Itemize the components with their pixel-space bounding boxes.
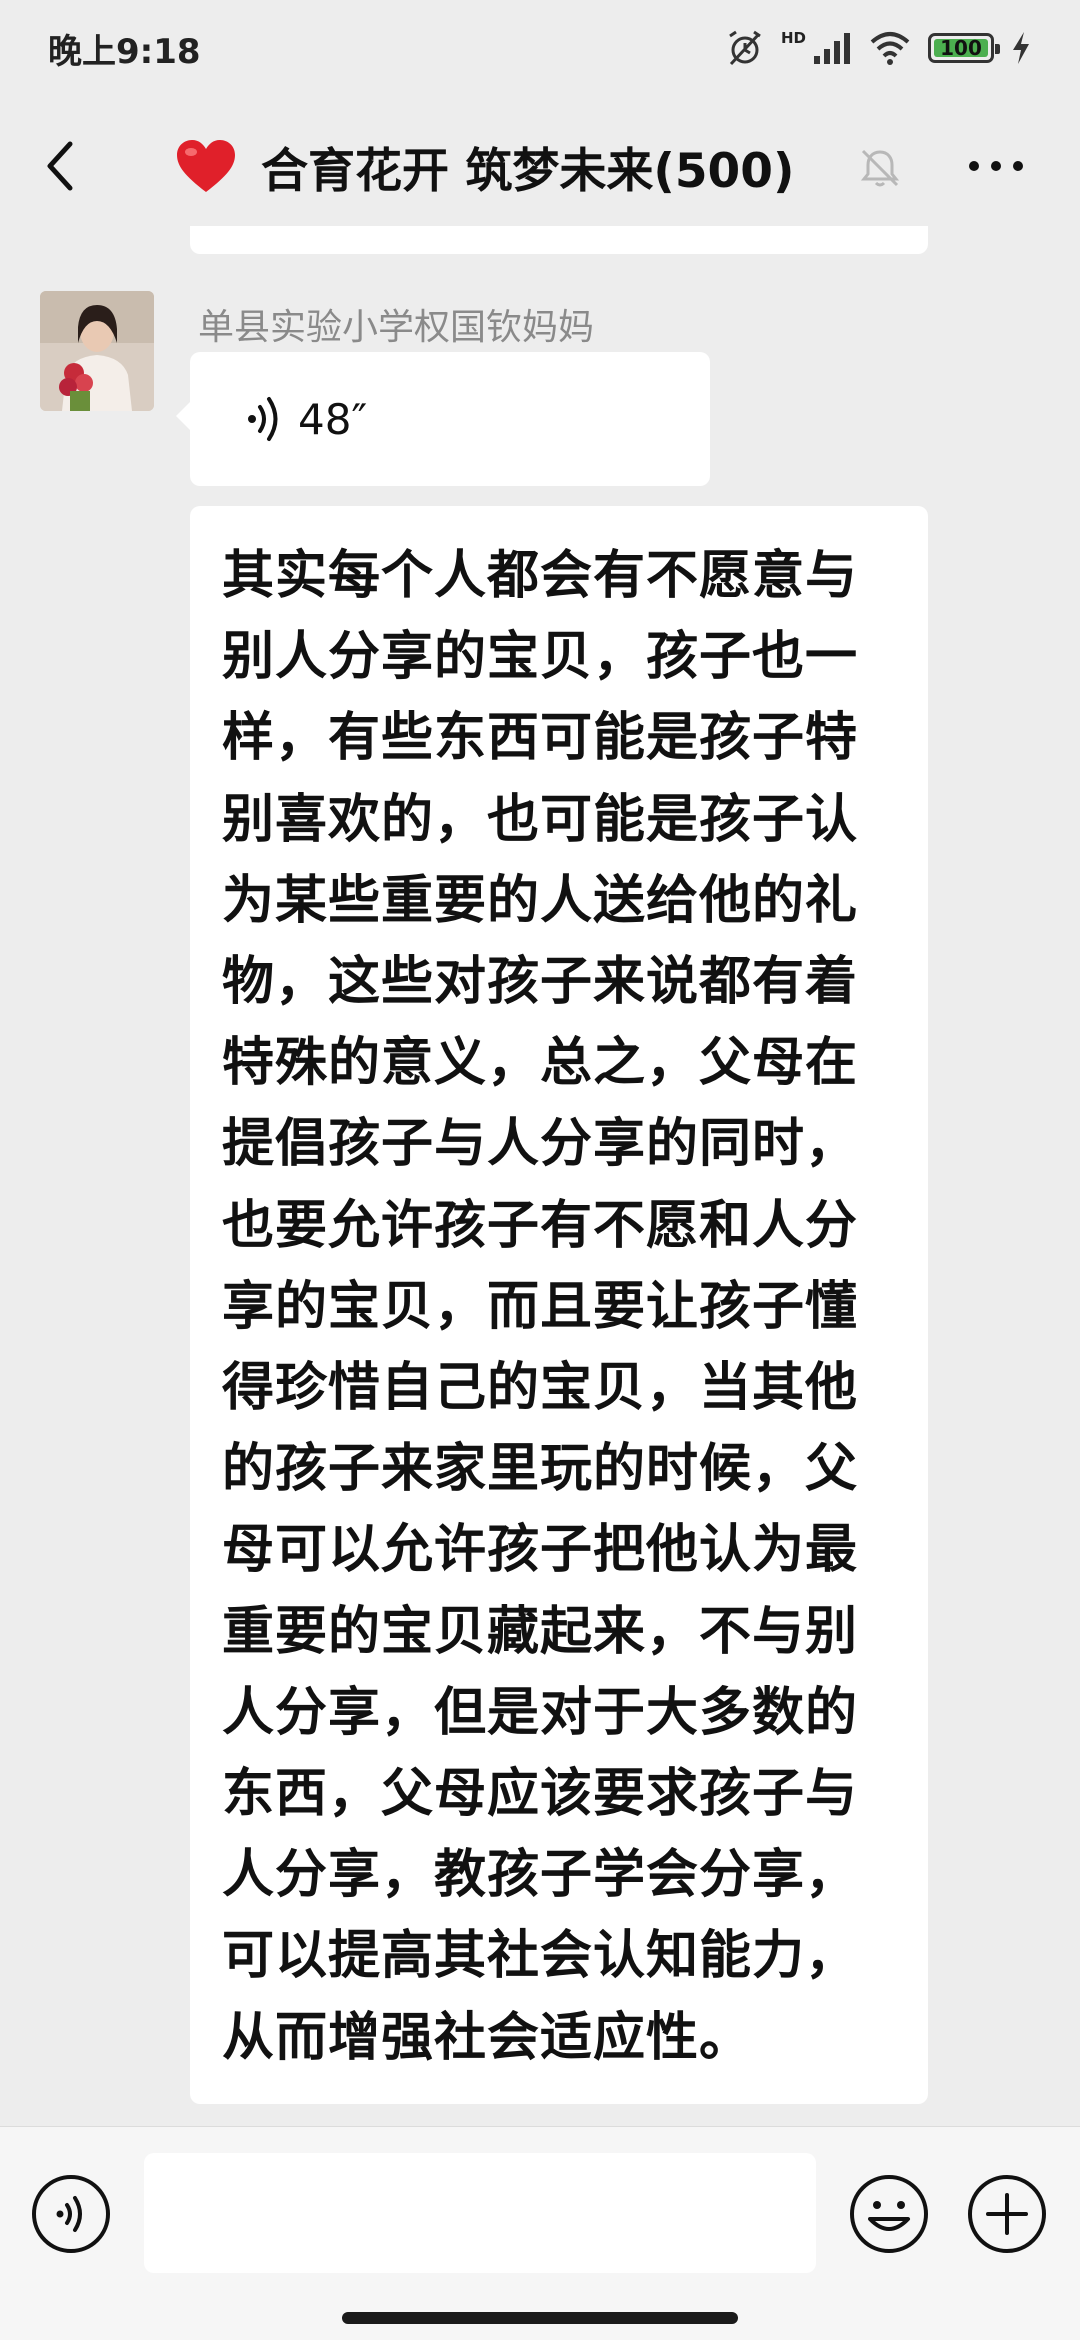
signal-icon	[814, 33, 850, 64]
heart-icon	[177, 139, 235, 192]
charging-icon	[1013, 32, 1029, 64]
chat-header: 合育花开 筑梦未来(500)	[0, 96, 1080, 238]
battery-icon: 100	[928, 33, 1000, 63]
message-input[interactable]	[144, 2153, 816, 2273]
emoji-icon[interactable]	[848, 2173, 930, 2255]
more-icon[interactable]	[966, 156, 1026, 176]
alarm-off-icon	[729, 30, 761, 66]
voice-toggle-icon[interactable]	[30, 2173, 112, 2255]
status-time: 晚上9:18	[48, 31, 201, 72]
mute-bell-icon	[860, 149, 900, 187]
chat-title[interactable]: 合育花开 筑梦未来(500)	[175, 132, 794, 201]
wifi-icon	[870, 32, 910, 65]
back-arrow-icon[interactable]	[40, 136, 84, 196]
home-indicator[interactable]	[342, 2312, 738, 2324]
group-name: 合育花开 筑梦未来(500)	[261, 144, 795, 199]
voice-message-bubble[interactable]: 48″	[176, 352, 710, 486]
hd-label: HD	[780, 29, 806, 47]
avatar[interactable]	[40, 291, 154, 411]
plus-icon[interactable]	[966, 2173, 1048, 2255]
voice-duration: 48″	[298, 394, 368, 444]
previous-message-bubble[interactable]	[190, 226, 928, 254]
status-icons: HD 100	[725, 28, 1032, 68]
avatar-photo	[40, 291, 154, 411]
input-bar	[0, 2126, 1080, 2340]
text-message-bubble[interactable]: 其实每个人都会有不愿意与别人分享的宝贝，孩子也一样，有些东西可能是孩子特别喜欢的…	[190, 506, 928, 2104]
battery-level: 100	[940, 36, 982, 60]
sender-name: 单县实验小学权国钦妈妈	[198, 307, 595, 348]
voice-wave-icon	[248, 397, 278, 441]
status-bar: 晚上9:18 HD 100	[0, 0, 1080, 96]
message-text: 其实每个人都会有不愿意与别人分享的宝贝，孩子也一样，有些东西可能是孩子特别喜欢的…	[222, 546, 859, 2068]
